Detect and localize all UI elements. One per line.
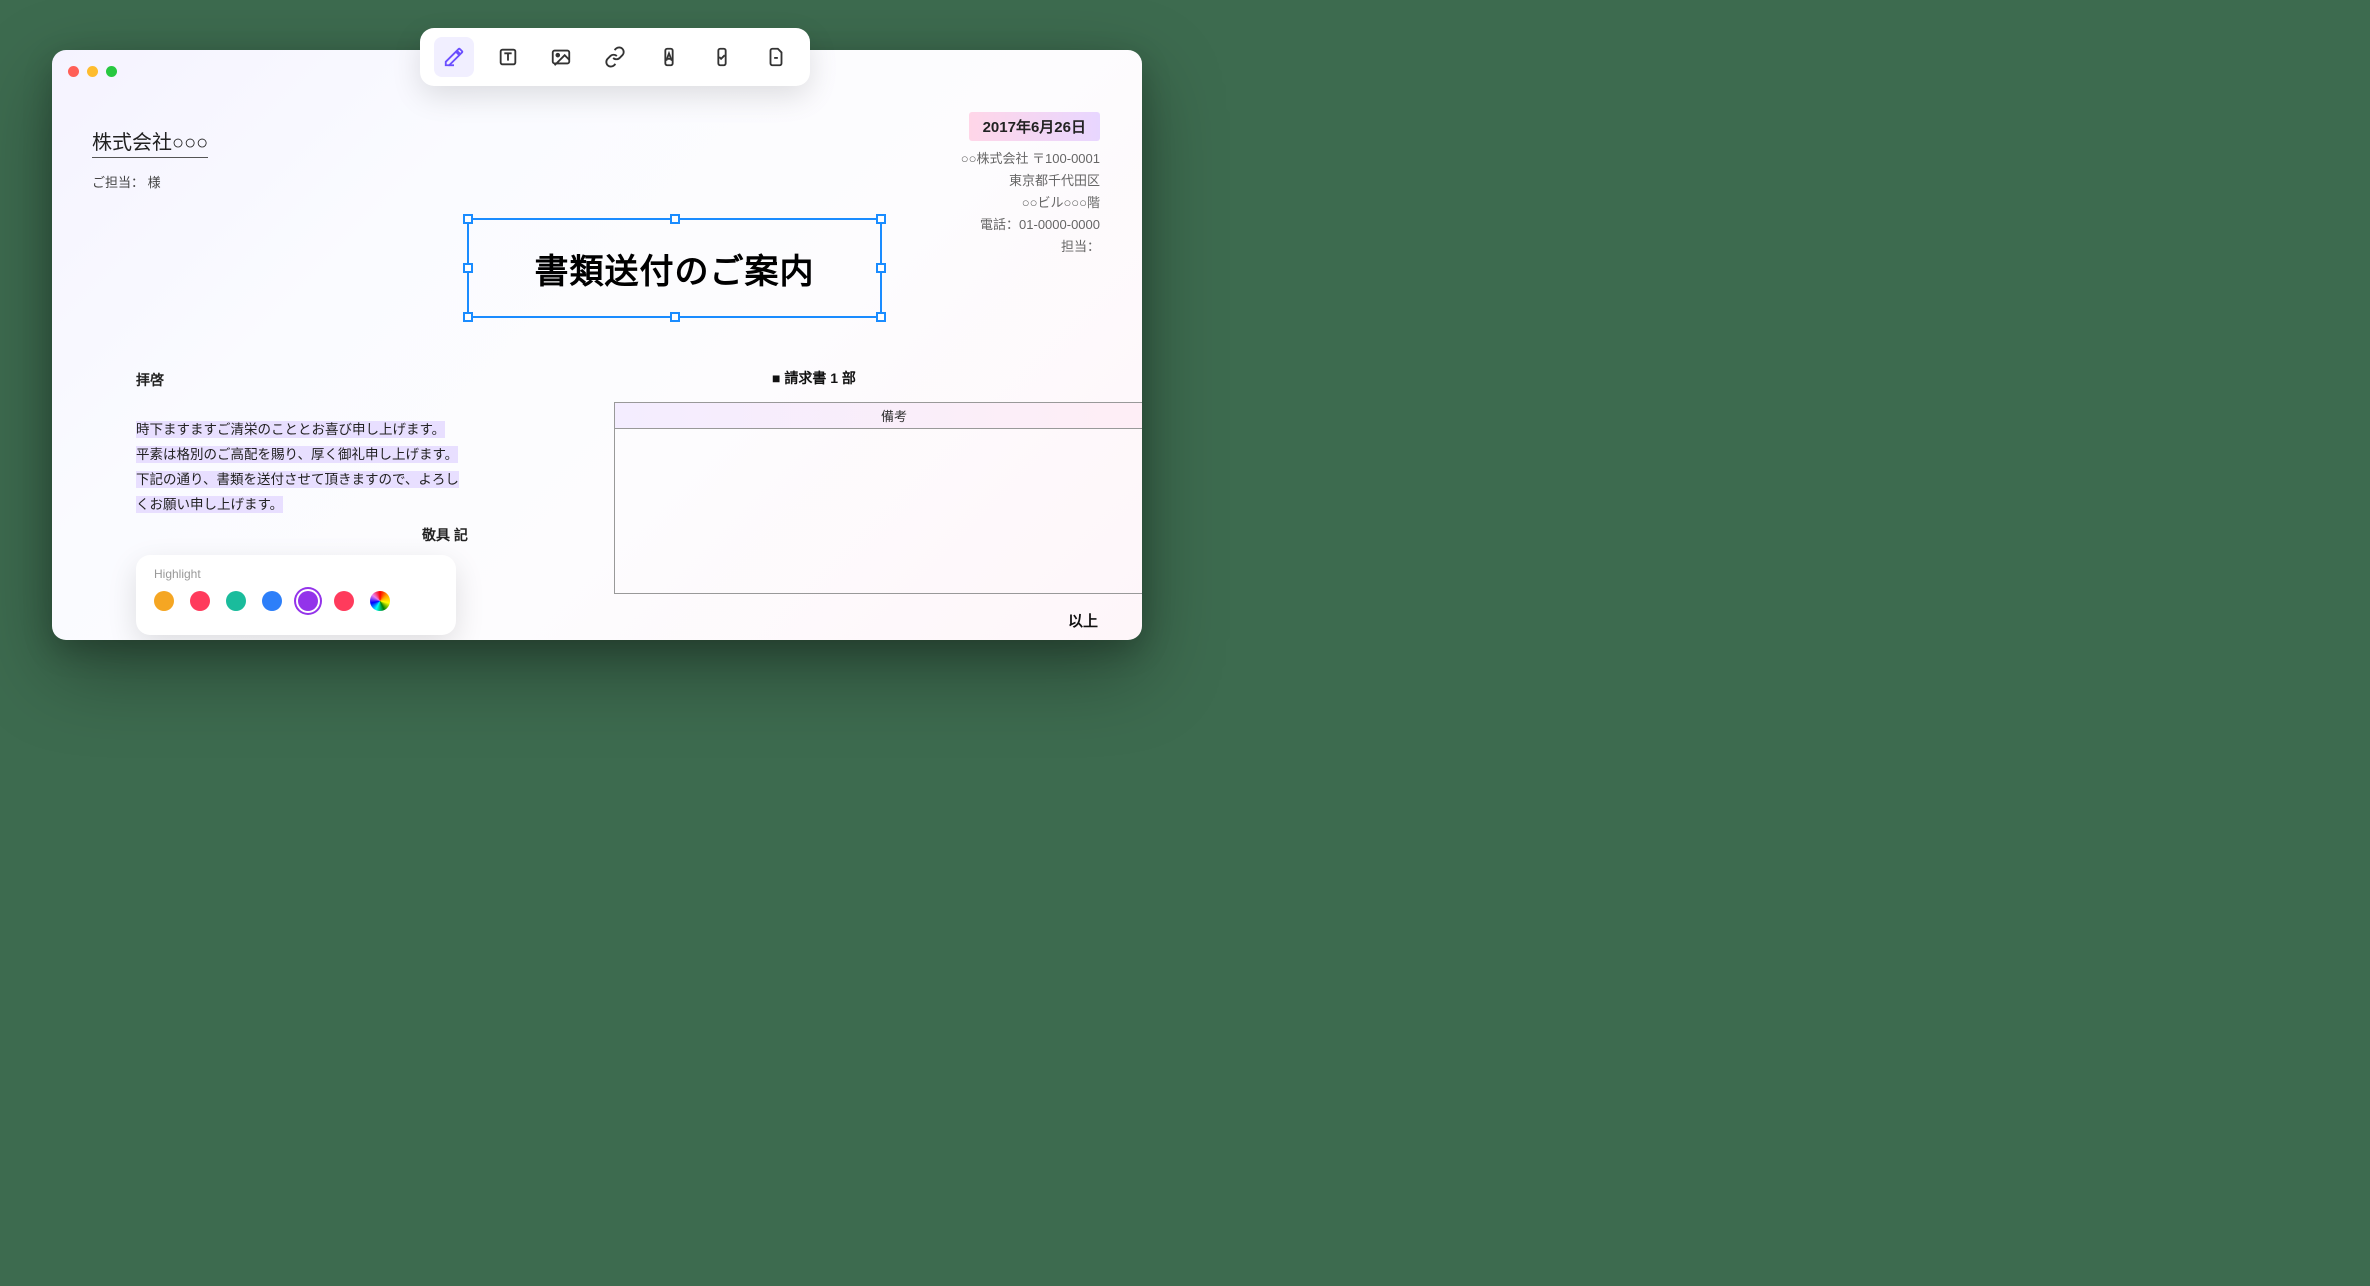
resize-handle-tl[interactable]: [463, 214, 473, 224]
end-label: 以上: [1068, 610, 1098, 631]
body-line-1: 時下ますますご清栄のこととお喜び申し上げます。: [136, 421, 445, 438]
sender-person: 担当：: [961, 236, 1100, 258]
sender-address1: 東京都千代田区: [961, 170, 1100, 192]
pen-icon: [443, 46, 465, 68]
font-icon: [658, 46, 680, 68]
sender-info: ○○株式会社 〒100-0001 東京都千代田区 ○○ビル○○○階 電話：01-…: [961, 148, 1100, 258]
remarks-header: 備考: [615, 403, 1142, 429]
shape-tool-button[interactable]: [703, 37, 743, 77]
body-paragraph: 時下ますますご清栄のこととお喜び申し上げます。 平素は格別のご高配を賜り、厚く御…: [136, 418, 476, 518]
shape-icon: [711, 46, 733, 68]
sender-address2: ○○ビル○○○階: [961, 192, 1100, 214]
body-line-3: 下記の通り、書類を送付させて頂きますので、よろし: [136, 471, 459, 488]
swatch-custom[interactable]: [370, 591, 390, 611]
minimize-window-button[interactable]: [87, 66, 98, 77]
resize-handle-bm[interactable]: [670, 312, 680, 322]
swatch-blue[interactable]: [262, 591, 282, 611]
link-tool-button[interactable]: [595, 37, 635, 77]
highlight-panel-title: Highlight: [154, 567, 438, 581]
swatch-orange[interactable]: [154, 591, 174, 611]
remarks-table: 備考: [614, 402, 1142, 594]
body-line-4: くお願い申し上げます。: [136, 496, 283, 513]
sender-company: ○○株式会社 〒100-0001: [961, 148, 1100, 170]
resize-handle-bl[interactable]: [463, 312, 473, 322]
close-window-button[interactable]: [68, 66, 79, 77]
recipient-contact: ご担当： 様: [92, 172, 1102, 191]
app-window: 株式会社○○○ ご担当： 様 2017年6月26日 ○○株式会社 〒100-00…: [52, 50, 1142, 640]
resize-handle-tm[interactable]: [670, 214, 680, 224]
invoice-label: ■ 請求書 1 部: [772, 368, 856, 388]
document-title: 書類送付のご案内: [535, 244, 815, 293]
swatch-pink[interactable]: [334, 591, 354, 611]
highlight-color-panel: Highlight: [136, 555, 456, 635]
resize-handle-br[interactable]: [876, 312, 886, 322]
document-date: 2017年6月26日: [969, 112, 1100, 141]
link-icon: [604, 46, 626, 68]
color-swatches: [154, 591, 438, 611]
resize-handle-tr[interactable]: [876, 214, 886, 224]
font-tool-button[interactable]: [649, 37, 689, 77]
window-controls: [68, 66, 117, 77]
recipient-company: 株式会社○○○: [92, 126, 208, 158]
closing-text: 敬具 記: [422, 525, 468, 545]
body-line-2: 平素は格別のご高配を賜り、厚く御礼申し上げます。: [136, 446, 458, 463]
page-tool-button[interactable]: [756, 37, 796, 77]
page-icon: [765, 46, 787, 68]
selected-text-box[interactable]: 書類送付のご案内: [467, 218, 882, 318]
greeting-text: 拝啓: [136, 370, 164, 390]
text-icon: [497, 46, 519, 68]
pen-tool-button[interactable]: [434, 37, 474, 77]
image-icon: [550, 46, 572, 68]
maximize-window-button[interactable]: [106, 66, 117, 77]
swatch-red[interactable]: [190, 591, 210, 611]
text-tool-button[interactable]: [488, 37, 528, 77]
resize-handle-ml[interactable]: [463, 263, 473, 273]
editor-toolbar: [420, 28, 810, 86]
swatch-teal[interactable]: [226, 591, 246, 611]
swatch-purple[interactable]: [298, 591, 318, 611]
image-tool-button[interactable]: [541, 37, 581, 77]
sender-phone: 電話：01-0000-0000: [961, 214, 1100, 236]
resize-handle-mr[interactable]: [876, 263, 886, 273]
